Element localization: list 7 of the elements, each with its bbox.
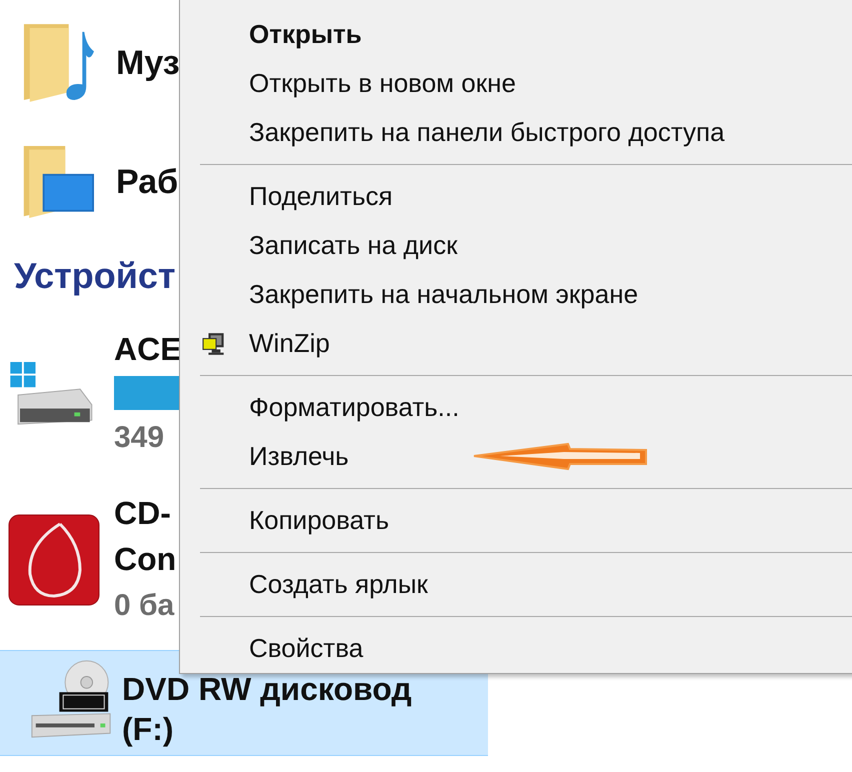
- drive-name: (F:): [122, 710, 174, 749]
- drive-space: 0 ба: [114, 588, 174, 624]
- drive-name: CD-: [114, 494, 171, 533]
- drive-name: Con: [114, 540, 176, 579]
- drive-name: ACE: [114, 330, 182, 369]
- drive-name: DVD RW дисковод: [122, 670, 412, 709]
- drive-space: 349: [114, 420, 164, 456]
